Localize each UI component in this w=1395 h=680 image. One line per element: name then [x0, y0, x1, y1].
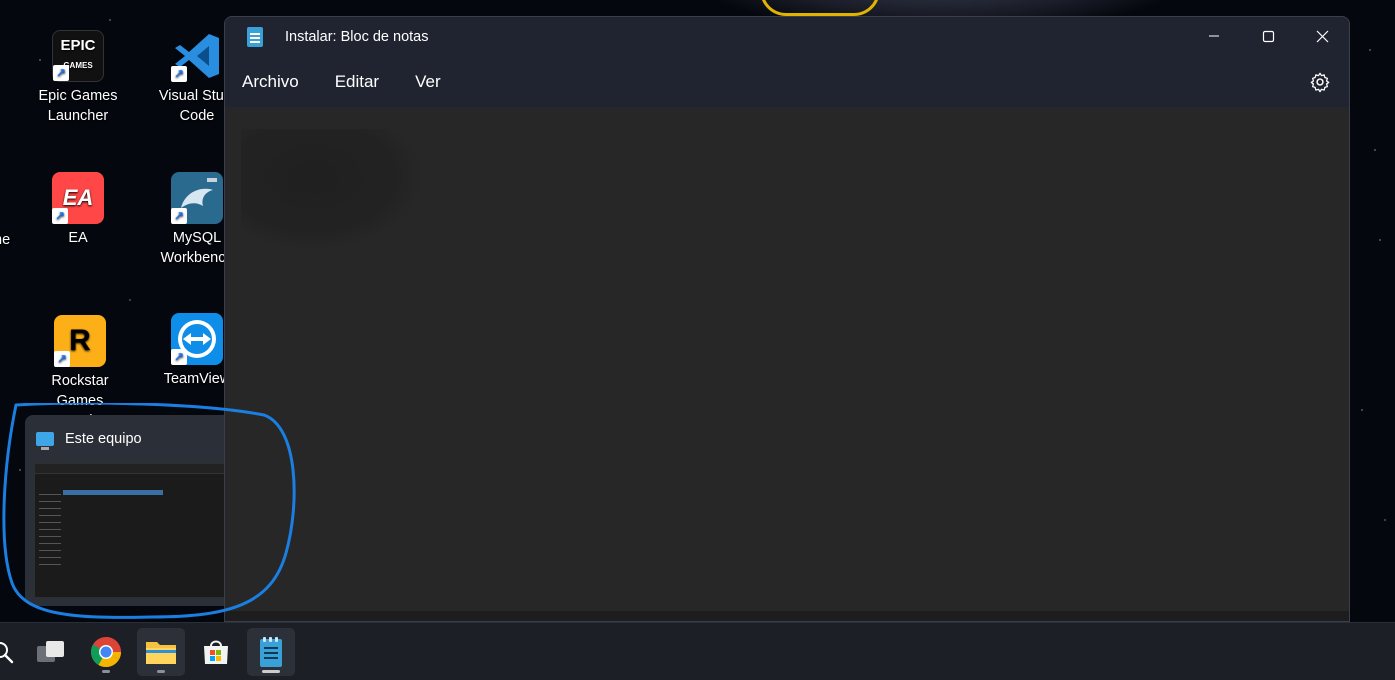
- window-controls: [1187, 17, 1349, 57]
- notepad-icon: [247, 27, 263, 47]
- desktop-icon-rockstar[interactable]: R ↗ Rockstar Games Launcher: [28, 315, 132, 431]
- epic-games-icon: EPIC GAMES ↗: [52, 30, 104, 82]
- thumbnail-drive-row: [63, 490, 163, 495]
- taskbar-task-view[interactable]: [27, 628, 75, 676]
- menu-editar[interactable]: Editar: [335, 72, 379, 92]
- menu-archivo[interactable]: Archivo: [242, 72, 299, 92]
- teamviewer-icon: ↗: [171, 313, 223, 365]
- preview-header: Este equipo: [25, 415, 225, 463]
- text-editor-area[interactable]: [225, 107, 1349, 611]
- shortcut-arrow-icon: ↗: [54, 351, 70, 367]
- search-icon: [0, 642, 14, 664]
- desktop-icon-label: Epic Games: [38, 88, 118, 104]
- menu-ver[interactable]: Ver: [415, 72, 441, 92]
- taskbar: [0, 622, 1395, 680]
- active-indicator: [262, 670, 280, 673]
- desktop-icon-epic-games[interactable]: EPIC GAMES ↗ Epic Games Launcher: [28, 30, 128, 126]
- vscode-icon: ↗: [171, 30, 223, 82]
- taskbar-microsoft-store[interactable]: [192, 628, 240, 676]
- desktop-icon-ea[interactable]: EA ↗ EA: [28, 172, 128, 248]
- preview-thumbnail-image[interactable]: [34, 463, 225, 598]
- shortcut-arrow-icon: ↗: [171, 208, 187, 224]
- window-title: Instalar: Bloc de notas: [285, 29, 429, 45]
- ea-icon: EA ↗: [52, 172, 104, 224]
- running-indicator: [102, 670, 110, 673]
- close-icon: [1316, 30, 1328, 42]
- taskbar-notepad[interactable]: [247, 628, 295, 676]
- shortcut-arrow-icon: ↗: [171, 349, 187, 365]
- gear-icon[interactable]: [1309, 71, 1331, 93]
- rockstar-glyph: R: [69, 324, 91, 357]
- taskbar-chrome[interactable]: [82, 628, 130, 676]
- menu-bar: Archivo Editar Ver: [225, 57, 1349, 107]
- desktop-icon-label: EA: [68, 230, 88, 246]
- taskbar-file-explorer[interactable]: [137, 628, 185, 676]
- mysql-workbench-icon: ↗: [171, 172, 223, 224]
- desktop-icon-partial-label[interactable]: ne: [0, 232, 10, 248]
- window-bottom-edge: [225, 611, 1349, 621]
- maximize-button[interactable]: [1241, 17, 1295, 55]
- chrome-icon: [90, 637, 122, 668]
- taskbar-search[interactable]: [0, 628, 26, 676]
- shortcut-arrow-icon: ↗: [53, 65, 69, 81]
- notepad-window: Instalar: Bloc de notas Archivo Editar V…: [224, 16, 1350, 622]
- thumbnail-titlebar: [35, 464, 224, 474]
- close-button[interactable]: [1295, 17, 1349, 55]
- taskbar-thumbnail-preview[interactable]: Este equipo: [25, 415, 225, 606]
- minimize-button[interactable]: [1187, 17, 1241, 55]
- title-bar[interactable]: Instalar: Bloc de notas: [225, 17, 1349, 57]
- ea-glyph: EA: [62, 185, 94, 210]
- shortcut-arrow-icon: ↗: [171, 66, 187, 82]
- thumbnail-sidebar: [39, 488, 61, 568]
- task-view-icon: [37, 641, 64, 662]
- store-icon: [204, 640, 228, 664]
- rockstar-icon: R ↗: [54, 315, 106, 367]
- notepad-icon: [260, 637, 282, 667]
- shortcut-arrow-icon: ↗: [52, 208, 68, 224]
- preview-title: Este equipo: [65, 431, 142, 447]
- minimize-icon: [1209, 35, 1219, 37]
- folder-icon: [146, 642, 176, 664]
- epic-glyph: EPIC: [60, 37, 96, 54]
- running-indicator: [157, 670, 165, 673]
- desktop-icon-label: Rockstar Games: [51, 373, 109, 409]
- desktop-icon-label: Launcher: [47, 108, 109, 124]
- redacted-scribble: [241, 129, 421, 249]
- monitor-icon: [36, 432, 54, 450]
- wallpaper-gold-accent: [760, 0, 880, 16]
- maximize-icon: [1262, 30, 1274, 42]
